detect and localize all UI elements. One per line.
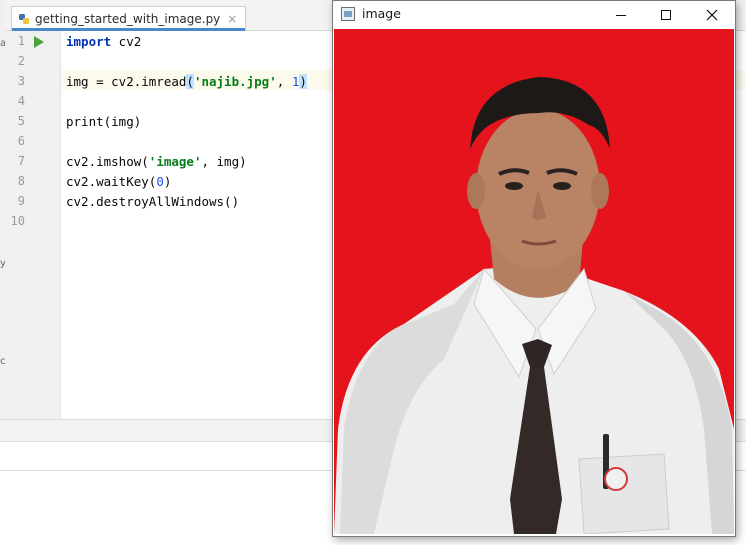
line-number: 7 — [17, 154, 25, 168]
opencv-image-window[interactable]: image — [332, 0, 736, 537]
window-titlebar[interactable]: image — [333, 1, 735, 28]
line-number: 4 — [17, 94, 25, 108]
code-line[interactable]: import cv2 — [66, 34, 141, 49]
maximize-button[interactable] — [643, 1, 689, 28]
tab-getting-started[interactable]: getting_started_with_image.py × — [11, 6, 247, 31]
line-number: 10 — [10, 214, 25, 228]
close-button[interactable] — [689, 1, 735, 28]
maximize-icon — [661, 9, 671, 20]
line-number: 6 — [17, 134, 25, 148]
close-icon — [706, 9, 718, 20]
code-line[interactable]: cv2.waitKey(0) — [66, 174, 171, 189]
window-title: image — [362, 6, 401, 21]
line-number: 1 — [17, 34, 25, 48]
portrait-photo — [334, 29, 734, 534]
line-number: 5 — [17, 114, 25, 128]
python-file-icon — [19, 14, 29, 24]
line-number: 8 — [17, 174, 25, 188]
line-number: 3 — [17, 74, 25, 88]
image-canvas — [334, 29, 734, 534]
tab-close-icon[interactable]: × — [227, 12, 237, 26]
line-number: 9 — [17, 194, 25, 208]
window-app-icon — [341, 7, 355, 21]
run-icon[interactable] — [34, 36, 44, 48]
line-number-gutter: 1 2 3 4 5 6 7 8 9 10 — [5, 31, 61, 419]
code-line[interactable]: cv2.imshow('image', img) — [66, 154, 247, 169]
code-line[interactable]: img = cv2.imread('najib.jpg', 1) — [66, 74, 307, 89]
tab-label: getting_started_with_image.py — [35, 12, 221, 26]
code-line[interactable]: cv2.destroyAllWindows() — [66, 194, 239, 209]
minimize-button[interactable] — [598, 1, 644, 28]
line-number: 2 — [17, 54, 25, 68]
minimize-icon — [616, 14, 626, 16]
code-line[interactable]: print(img) — [66, 114, 141, 129]
